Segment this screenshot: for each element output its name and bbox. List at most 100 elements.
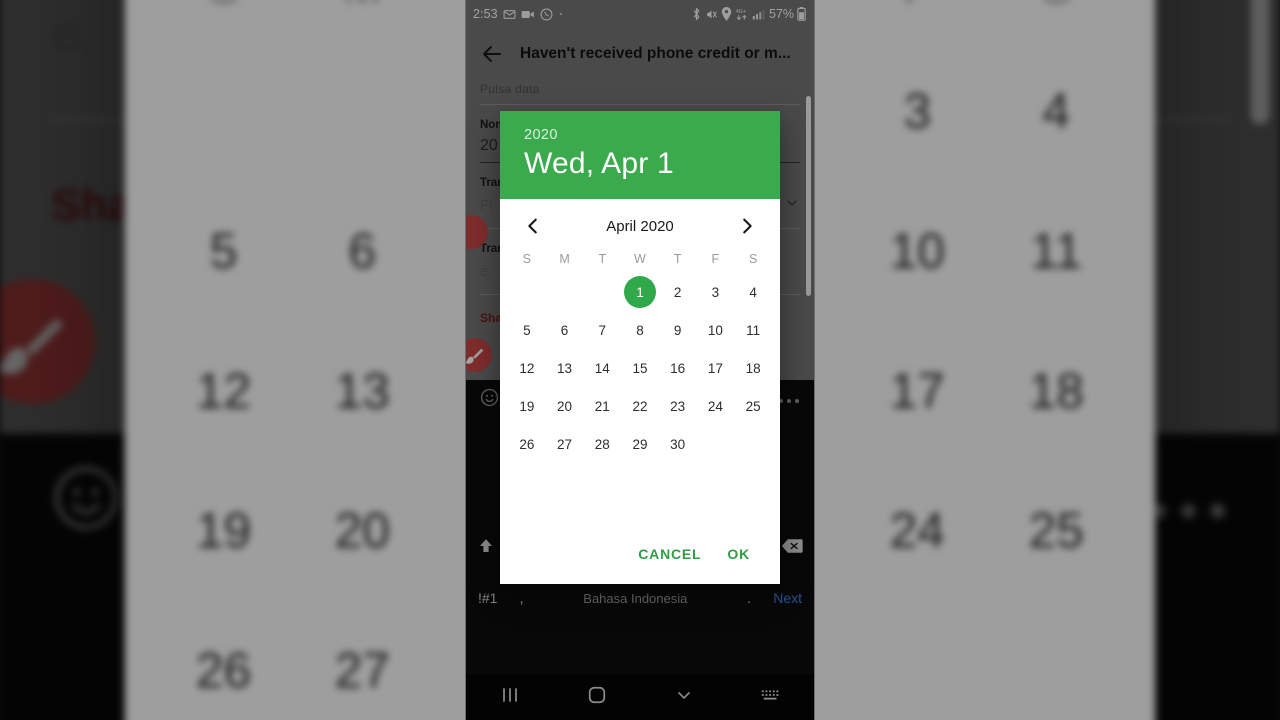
calendar-day-7[interactable]: 7 (586, 314, 618, 346)
calendar-day-26[interactable]: 26 (511, 428, 543, 460)
calendar-day-20[interactable]: 20 (549, 390, 581, 422)
backdrop-calendar-day-19: 19 (195, 501, 252, 557)
backdrop-calendar-cell: 18 (987, 320, 1126, 460)
calendar-day-8[interactable]: 8 (624, 314, 656, 346)
date-picker-selected-date[interactable]: Wed, Apr 1 (524, 147, 756, 181)
calendar-day-9[interactable]: 9 (662, 314, 694, 346)
calendar-cell: 9 (659, 311, 697, 349)
calendar-day-empty (737, 426, 769, 458)
calendar-cell: 23 (659, 387, 697, 425)
calendar-day-16[interactable]: 16 (662, 352, 694, 384)
calendar-day-19[interactable]: 19 (511, 390, 543, 422)
backdrop-weekday-mon: M (293, 0, 432, 40)
calendar-cell: 15 (621, 349, 659, 387)
screenshot-stage: 2:53 (0, 0, 1280, 720)
backdrop-calendar-day-18: 18 (1028, 361, 1084, 418)
backdrop-weekday-sat: S (987, 0, 1126, 40)
calendar-day-10[interactable]: 10 (699, 314, 731, 346)
calendar-cell: 24 (697, 387, 735, 425)
backdrop-calendar-day-empty (997, 601, 1115, 719)
weekday-wed: W (634, 252, 646, 266)
backdrop-calendar-day-5: 5 (209, 222, 238, 278)
backdrop-calendar-cell: 25 (987, 459, 1126, 599)
calendar-cell: 30 (659, 425, 697, 463)
backdrop-calendar-day-12: 12 (195, 361, 252, 418)
calendar-week-row: 1234 (508, 273, 772, 311)
backdrop-calendar-day-10: 10 (889, 222, 945, 278)
date-picker-year[interactable]: 2020 (524, 127, 756, 143)
backdrop-calendar-cell: 11 (987, 180, 1126, 320)
backdrop-calendar-day-empty (165, 42, 283, 160)
backdrop-calendar-cell: 17 (848, 320, 987, 460)
calendar-day-2[interactable]: 2 (662, 276, 694, 308)
chevron-left-icon[interactable] (522, 215, 544, 237)
calendar-cell: 12 (508, 349, 546, 387)
weekday-sun: S (522, 252, 532, 266)
calendar-day-15[interactable]: 15 (624, 352, 656, 384)
weekday-fri: F (711, 252, 720, 266)
calendar-day-27[interactable]: 27 (549, 428, 581, 460)
calendar-week-row: 12 13 14 15 16 17 18 (508, 349, 772, 387)
calendar-cell: 14 (583, 349, 621, 387)
backdrop-calendar-cell (154, 40, 293, 180)
backdrop-calendar-cell: 10 (848, 180, 987, 320)
calendar-day-empty (549, 274, 581, 306)
calendar-day-23[interactable]: 23 (662, 390, 694, 422)
calendar-day-empty (699, 426, 731, 458)
backdrop-calendar-day-20: 20 (334, 501, 390, 557)
calendar-day-4[interactable]: 4 (737, 276, 769, 308)
calendar-cell: 1 (621, 273, 659, 311)
calendar-cell (734, 425, 772, 463)
calendar-cell: 25 (734, 387, 772, 425)
calendar-day-24[interactable]: 24 (699, 390, 731, 422)
calendar-day-17[interactable]: 17 (699, 352, 731, 384)
date-picker-dialog: 2020 Wed, Apr 1 April 2020 S M T W T F S… (500, 111, 780, 584)
backdrop-calendar-cell: 5 (154, 180, 293, 320)
calendar-cell: 11 (734, 311, 772, 349)
backdrop-calendar-cell: 3 (848, 40, 987, 180)
backdrop-calendar-day-17: 17 (889, 361, 945, 418)
ok-button[interactable]: OK (727, 546, 750, 562)
calendar-day-3[interactable]: 3 (699, 276, 731, 308)
backdrop-calendar-cell: 12 (154, 320, 293, 460)
calendar-cell (546, 273, 584, 311)
month-label: April 2020 (606, 217, 674, 235)
calendar-day-6[interactable]: 6 (549, 314, 581, 346)
calendar-day-30[interactable]: 30 (662, 428, 694, 460)
calendar-day-14[interactable]: 14 (586, 352, 618, 384)
backdrop-calendar-day-27: 27 (334, 641, 390, 697)
backdrop-calendar-day-25: 25 (1028, 501, 1084, 557)
calendar-day-25[interactable]: 25 (737, 390, 769, 422)
weekday-thu: T (673, 252, 682, 266)
calendar-cell: 28 (583, 425, 621, 463)
backdrop-calendar-cell: 20 (293, 459, 432, 599)
calendar-cell: 19 (508, 387, 546, 425)
chevron-right-icon[interactable] (736, 215, 758, 237)
calendar-day-12[interactable]: 12 (511, 352, 543, 384)
backdrop-calendar-cell: 6 (293, 180, 432, 320)
calendar-day-13[interactable]: 13 (549, 352, 581, 384)
backdrop-weekday-fri: F (848, 0, 987, 40)
calendar-cell: 18 (734, 349, 772, 387)
calendar-day-empty (586, 274, 618, 306)
dialog-actions: CANCEL OK (500, 546, 780, 584)
calendar-day-29[interactable]: 29 (624, 428, 656, 460)
calendar-day-11[interactable]: 11 (737, 314, 769, 346)
calendar-day-5[interactable]: 5 (511, 314, 543, 346)
calendar-day-18[interactable]: 18 (737, 352, 769, 384)
calendar-day-selected[interactable]: 1 (623, 276, 656, 308)
calendar-cell: 3 (697, 273, 735, 311)
calendar-day-22[interactable]: 22 (624, 390, 656, 422)
calendar-day-21[interactable]: 21 (586, 390, 618, 422)
calendar-day-28[interactable]: 28 (586, 428, 618, 460)
phone-screen: 2:53 4G+ 57% Haven't received phone cred… (466, 0, 814, 720)
calendar-cell (697, 425, 735, 463)
cancel-button[interactable]: CANCEL (638, 546, 701, 562)
month-navigation: April 2020 (500, 199, 780, 245)
backdrop-calendar-cell: 13 (293, 320, 432, 460)
calendar-cell: 4 (734, 273, 772, 311)
weekday-tue: T (598, 252, 607, 266)
calendar-cell: 26 (508, 425, 546, 463)
calendar-cell: 17 (697, 349, 735, 387)
backdrop-calendar-day-26: 26 (195, 641, 252, 697)
